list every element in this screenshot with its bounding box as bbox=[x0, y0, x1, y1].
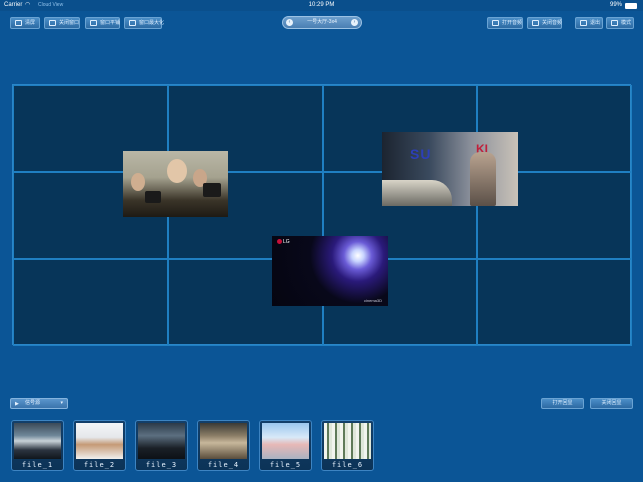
maximize-window-label: 窗口最大化 bbox=[139, 20, 165, 26]
clear-screen-label: 清屏 bbox=[25, 20, 36, 26]
camera-shape bbox=[145, 191, 161, 203]
chevron-left-icon[interactable]: ‹ bbox=[286, 19, 293, 26]
file-preview-image bbox=[138, 423, 185, 459]
file-thumbnail[interactable]: file_4 bbox=[197, 420, 250, 471]
maximize-window-icon bbox=[129, 20, 136, 26]
wall-grid-cell[interactable] bbox=[13, 259, 168, 346]
status-time: 10:29 PM bbox=[308, 2, 335, 8]
tile-windows-label: 窗口平铺 bbox=[100, 20, 121, 26]
open-audio-icon bbox=[492, 20, 499, 26]
close-echo-button[interactable]: 关闭回显 bbox=[590, 398, 633, 409]
file-thumbnail[interactable]: file_6 bbox=[321, 420, 374, 471]
maximize-window-button[interactable]: 窗口最大化 bbox=[124, 17, 165, 29]
mode-grid-icon bbox=[611, 20, 618, 26]
mode-button[interactable]: 模式 bbox=[606, 17, 634, 29]
close-window-icon bbox=[49, 20, 56, 26]
layout-mode-label: 一号大厅-3x4 bbox=[307, 19, 337, 25]
file-label: file_3 bbox=[145, 461, 178, 469]
exit-button[interactable]: 退出 bbox=[575, 17, 603, 29]
model-figure bbox=[470, 152, 496, 206]
person-face bbox=[131, 173, 145, 191]
file-label: file_1 bbox=[21, 461, 54, 469]
brand-label: cinema3D bbox=[363, 298, 382, 303]
file-thumbnail[interactable]: file_1 bbox=[11, 420, 64, 471]
file-preview-image bbox=[14, 423, 61, 459]
close-audio-icon bbox=[532, 20, 539, 26]
tile-windows-button[interactable]: 窗口平铺 bbox=[85, 17, 120, 29]
file-label: file_5 bbox=[269, 461, 302, 469]
battery-icon bbox=[625, 3, 637, 9]
open-audio-label: 打开音频 bbox=[502, 20, 523, 26]
source-select-label: 信号源 bbox=[25, 400, 41, 406]
file-label: file_6 bbox=[331, 461, 364, 469]
clear-screen-button[interactable]: 清屏 bbox=[10, 17, 40, 29]
wall-grid-cell[interactable] bbox=[477, 259, 632, 346]
chevron-right-icon[interactable]: › bbox=[351, 19, 358, 26]
file-preview-image bbox=[76, 423, 123, 459]
file-thumbnail[interactable]: file_3 bbox=[135, 420, 188, 471]
exit-icon bbox=[580, 20, 587, 26]
tile-windows-icon bbox=[90, 20, 97, 26]
mode-label: 模式 bbox=[621, 20, 632, 26]
open-echo-button[interactable]: 打开回显 bbox=[541, 398, 584, 409]
open-audio-button[interactable]: 打开音频 bbox=[487, 17, 523, 29]
lg-logo: LG bbox=[277, 239, 290, 245]
close-audio-label: 关闭音频 bbox=[542, 20, 563, 26]
car-shape bbox=[382, 180, 452, 206]
window-suzuki[interactable]: SU KI bbox=[382, 132, 518, 206]
suzuki-logo: SU bbox=[410, 146, 432, 162]
layout-mode-select[interactable]: ‹ 一号大厅-3x4 › bbox=[282, 16, 362, 29]
source-select[interactable]: ▶ 信号源 ▾ bbox=[10, 398, 68, 409]
file-preview-image bbox=[324, 423, 371, 459]
exit-label: 退出 bbox=[590, 20, 601, 26]
close-window-label: 关闭窗口 bbox=[59, 20, 80, 26]
file-preview-image bbox=[200, 423, 247, 459]
file-preview-image bbox=[262, 423, 309, 459]
chevron-down-icon: ▾ bbox=[60, 400, 63, 406]
status-bar: Carrier ◠ Cloud View 10:29 PM 99% bbox=[0, 0, 643, 11]
file-label: file_4 bbox=[207, 461, 240, 469]
close-audio-button[interactable]: 关闭音频 bbox=[527, 17, 562, 29]
file-thumbnail[interactable]: file_2 bbox=[73, 420, 126, 471]
close-window-button[interactable]: 关闭窗口 bbox=[44, 17, 80, 29]
clear-screen-icon bbox=[15, 20, 22, 26]
window-photographers[interactable] bbox=[123, 151, 228, 217]
battery-percent: 99% bbox=[609, 2, 622, 8]
camera-shape bbox=[203, 183, 221, 197]
file-thumbnail[interactable]: file_5 bbox=[259, 420, 312, 471]
person-face bbox=[167, 159, 187, 183]
play-icon: ▶ bbox=[15, 401, 19, 407]
file-label: file_2 bbox=[83, 461, 116, 469]
window-lg[interactable]: LG cinema3D bbox=[272, 236, 388, 306]
